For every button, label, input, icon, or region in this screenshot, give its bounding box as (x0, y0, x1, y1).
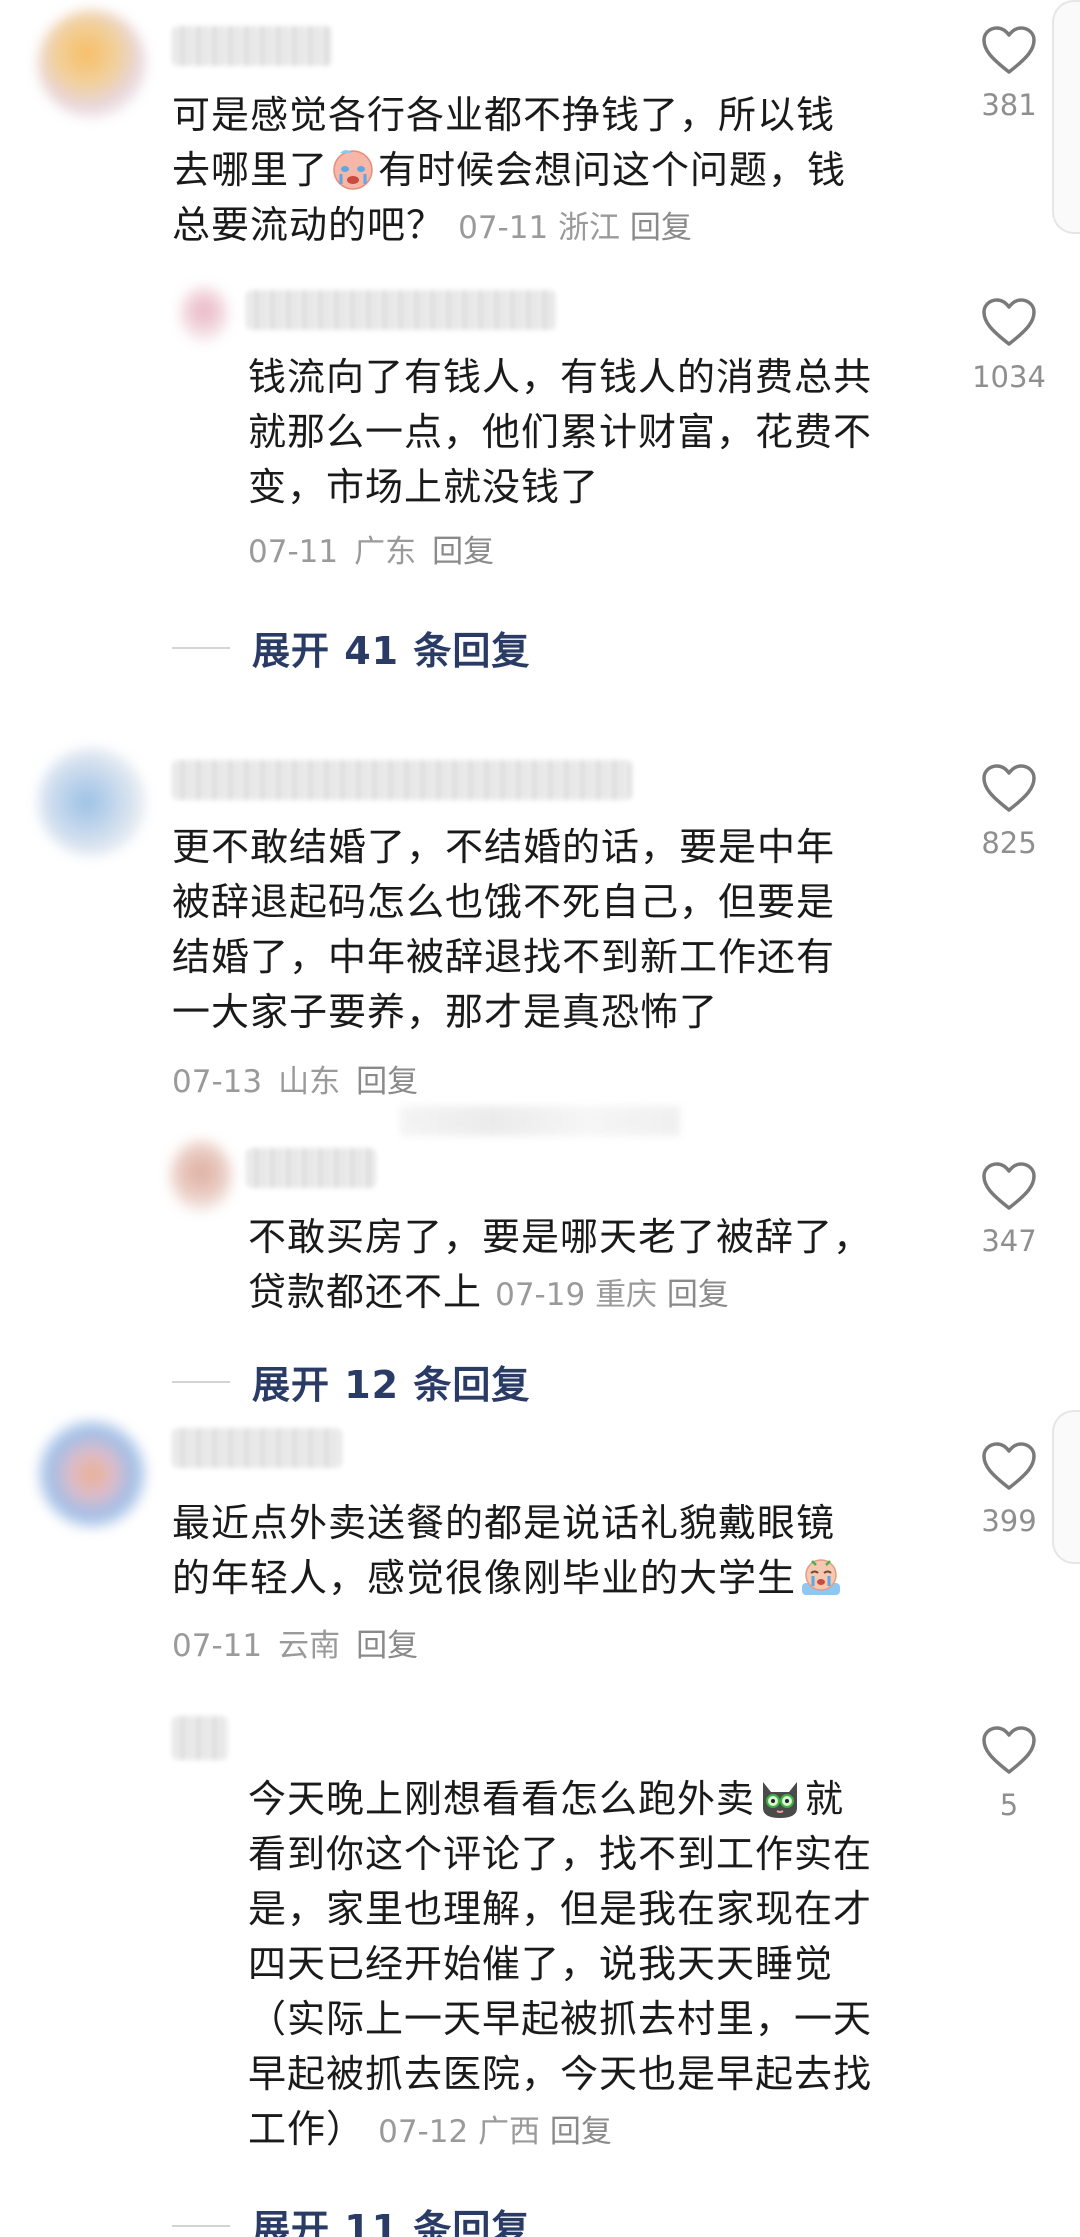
reply-date: 07-11 (248, 534, 339, 570)
heart-icon (982, 1162, 1036, 1210)
avatar[interactable] (38, 748, 146, 856)
avatar[interactable] (38, 1420, 146, 1528)
username[interactable] (246, 1148, 376, 1188)
username[interactable] (172, 760, 632, 800)
comment-meta: 07-13 山东 回复 (172, 1062, 434, 1102)
comment-list: 可是感觉各行各业都不挣钱了，所以钱 去哪里了 有时候会想问这个问题，钱 总要流动的… (0, 0, 1080, 2237)
reply-button[interactable]: 回复 (667, 1277, 729, 1313)
heart-icon (982, 1442, 1036, 1490)
expand-replies-label: 展开 12 条回复 (252, 1363, 531, 1407)
like-button[interactable]: 381 (954, 26, 1064, 122)
username[interactable] (172, 1428, 342, 1468)
expand-replies-label: 展开 11 条回复 (252, 2207, 531, 2237)
avatar[interactable] (38, 10, 146, 118)
divider (172, 2224, 230, 2227)
divider (172, 646, 230, 649)
like-count: 1034 (972, 360, 1046, 394)
comment-location: 云南 (278, 1628, 341, 1664)
comment-date: 07-11 (172, 1628, 263, 1664)
reply-date: 07-19 (495, 1277, 586, 1313)
comment-location: 山东 (278, 1064, 341, 1100)
reply-date: 07-12 (378, 2114, 469, 2150)
reply-text: 不敢买房了，要是哪天老了被辞了， 贷款都还不上 07-19 重庆 回复 (248, 1215, 873, 1314)
like-button[interactable]: 399 (954, 1442, 1064, 1538)
heart-icon (982, 26, 1036, 74)
comment-date: 07-13 (172, 1064, 263, 1100)
reply-button[interactable]: 回复 (356, 1628, 418, 1664)
username[interactable] (246, 290, 556, 330)
reply-text: 今天晚上刚想看看怎么跑外卖就 看到你这个评论了，找不到工作实在 是，家里也理解，… (248, 1772, 948, 2160)
crying-face-emoji (333, 150, 373, 190)
crying-sweat-emoji (802, 1559, 841, 1595)
comment-meta: 07-11 云南 回复 (172, 1626, 434, 1666)
comment-text: 最近点外卖送餐的都是说话礼貌戴眼镜 的年轻人，感觉很像刚毕业的大学生 (172, 1496, 932, 1606)
username[interactable] (172, 26, 332, 66)
expand-replies-label: 展开 41 条回复 (252, 629, 531, 673)
like-button[interactable]: 825 (954, 764, 1064, 860)
cat-glasses-emoji (763, 1782, 798, 1818)
blurred-region (400, 1106, 680, 1136)
comment-location: 浙江 (558, 210, 621, 246)
heart-icon (982, 298, 1036, 346)
like-button[interactable]: 5 (954, 1726, 1064, 1822)
heart-icon (982, 764, 1036, 812)
comment-text: 更不敢结婚了，不结婚的话，要是中年 被辞退起码怎么也饿不死自己，但要是 结婚了，… (172, 825, 836, 1034)
comment-text: 可是感觉各行各业都不挣钱了，所以钱 去哪里了 有时候会想问这个问题，钱 总要流动的… (172, 93, 847, 247)
like-button[interactable]: 1034 (954, 298, 1064, 394)
comment-date: 07-11 (458, 210, 549, 246)
reply-button[interactable]: 回复 (432, 534, 494, 570)
expand-replies-button[interactable]: 展开 12 条回复 (172, 1354, 530, 1409)
avatar[interactable] (180, 286, 228, 342)
reply-text: 钱流向了有钱人，有钱人的消费总共 就那么一点，他们累计财富，花费不 变，市场上就… (248, 355, 873, 509)
reply-button[interactable]: 回复 (356, 1064, 418, 1100)
like-count: 381 (981, 88, 1037, 122)
reply-button[interactable]: 回复 (630, 210, 692, 246)
heart-icon (982, 1726, 1036, 1774)
like-count: 5 (999, 1788, 1019, 1822)
like-count: 825 (981, 826, 1037, 860)
reply-location: 广西 (478, 2114, 541, 2150)
reply-meta: 07-11 广东 回复 (248, 532, 510, 572)
like-count: 347 (981, 1224, 1037, 1258)
like-count: 399 (981, 1504, 1037, 1538)
expand-replies-button[interactable]: 展开 11 条回复 (172, 2198, 530, 2237)
reply-location: 广东 (354, 534, 417, 570)
expand-replies-button[interactable]: 展开 41 条回复 (172, 620, 530, 675)
reply-button[interactable]: 回复 (550, 2114, 612, 2150)
divider (172, 1380, 230, 1383)
avatar[interactable] (170, 1140, 232, 1212)
reply-location: 重庆 (595, 1277, 658, 1313)
like-button[interactable]: 347 (954, 1162, 1064, 1258)
username[interactable] (172, 1716, 228, 1760)
